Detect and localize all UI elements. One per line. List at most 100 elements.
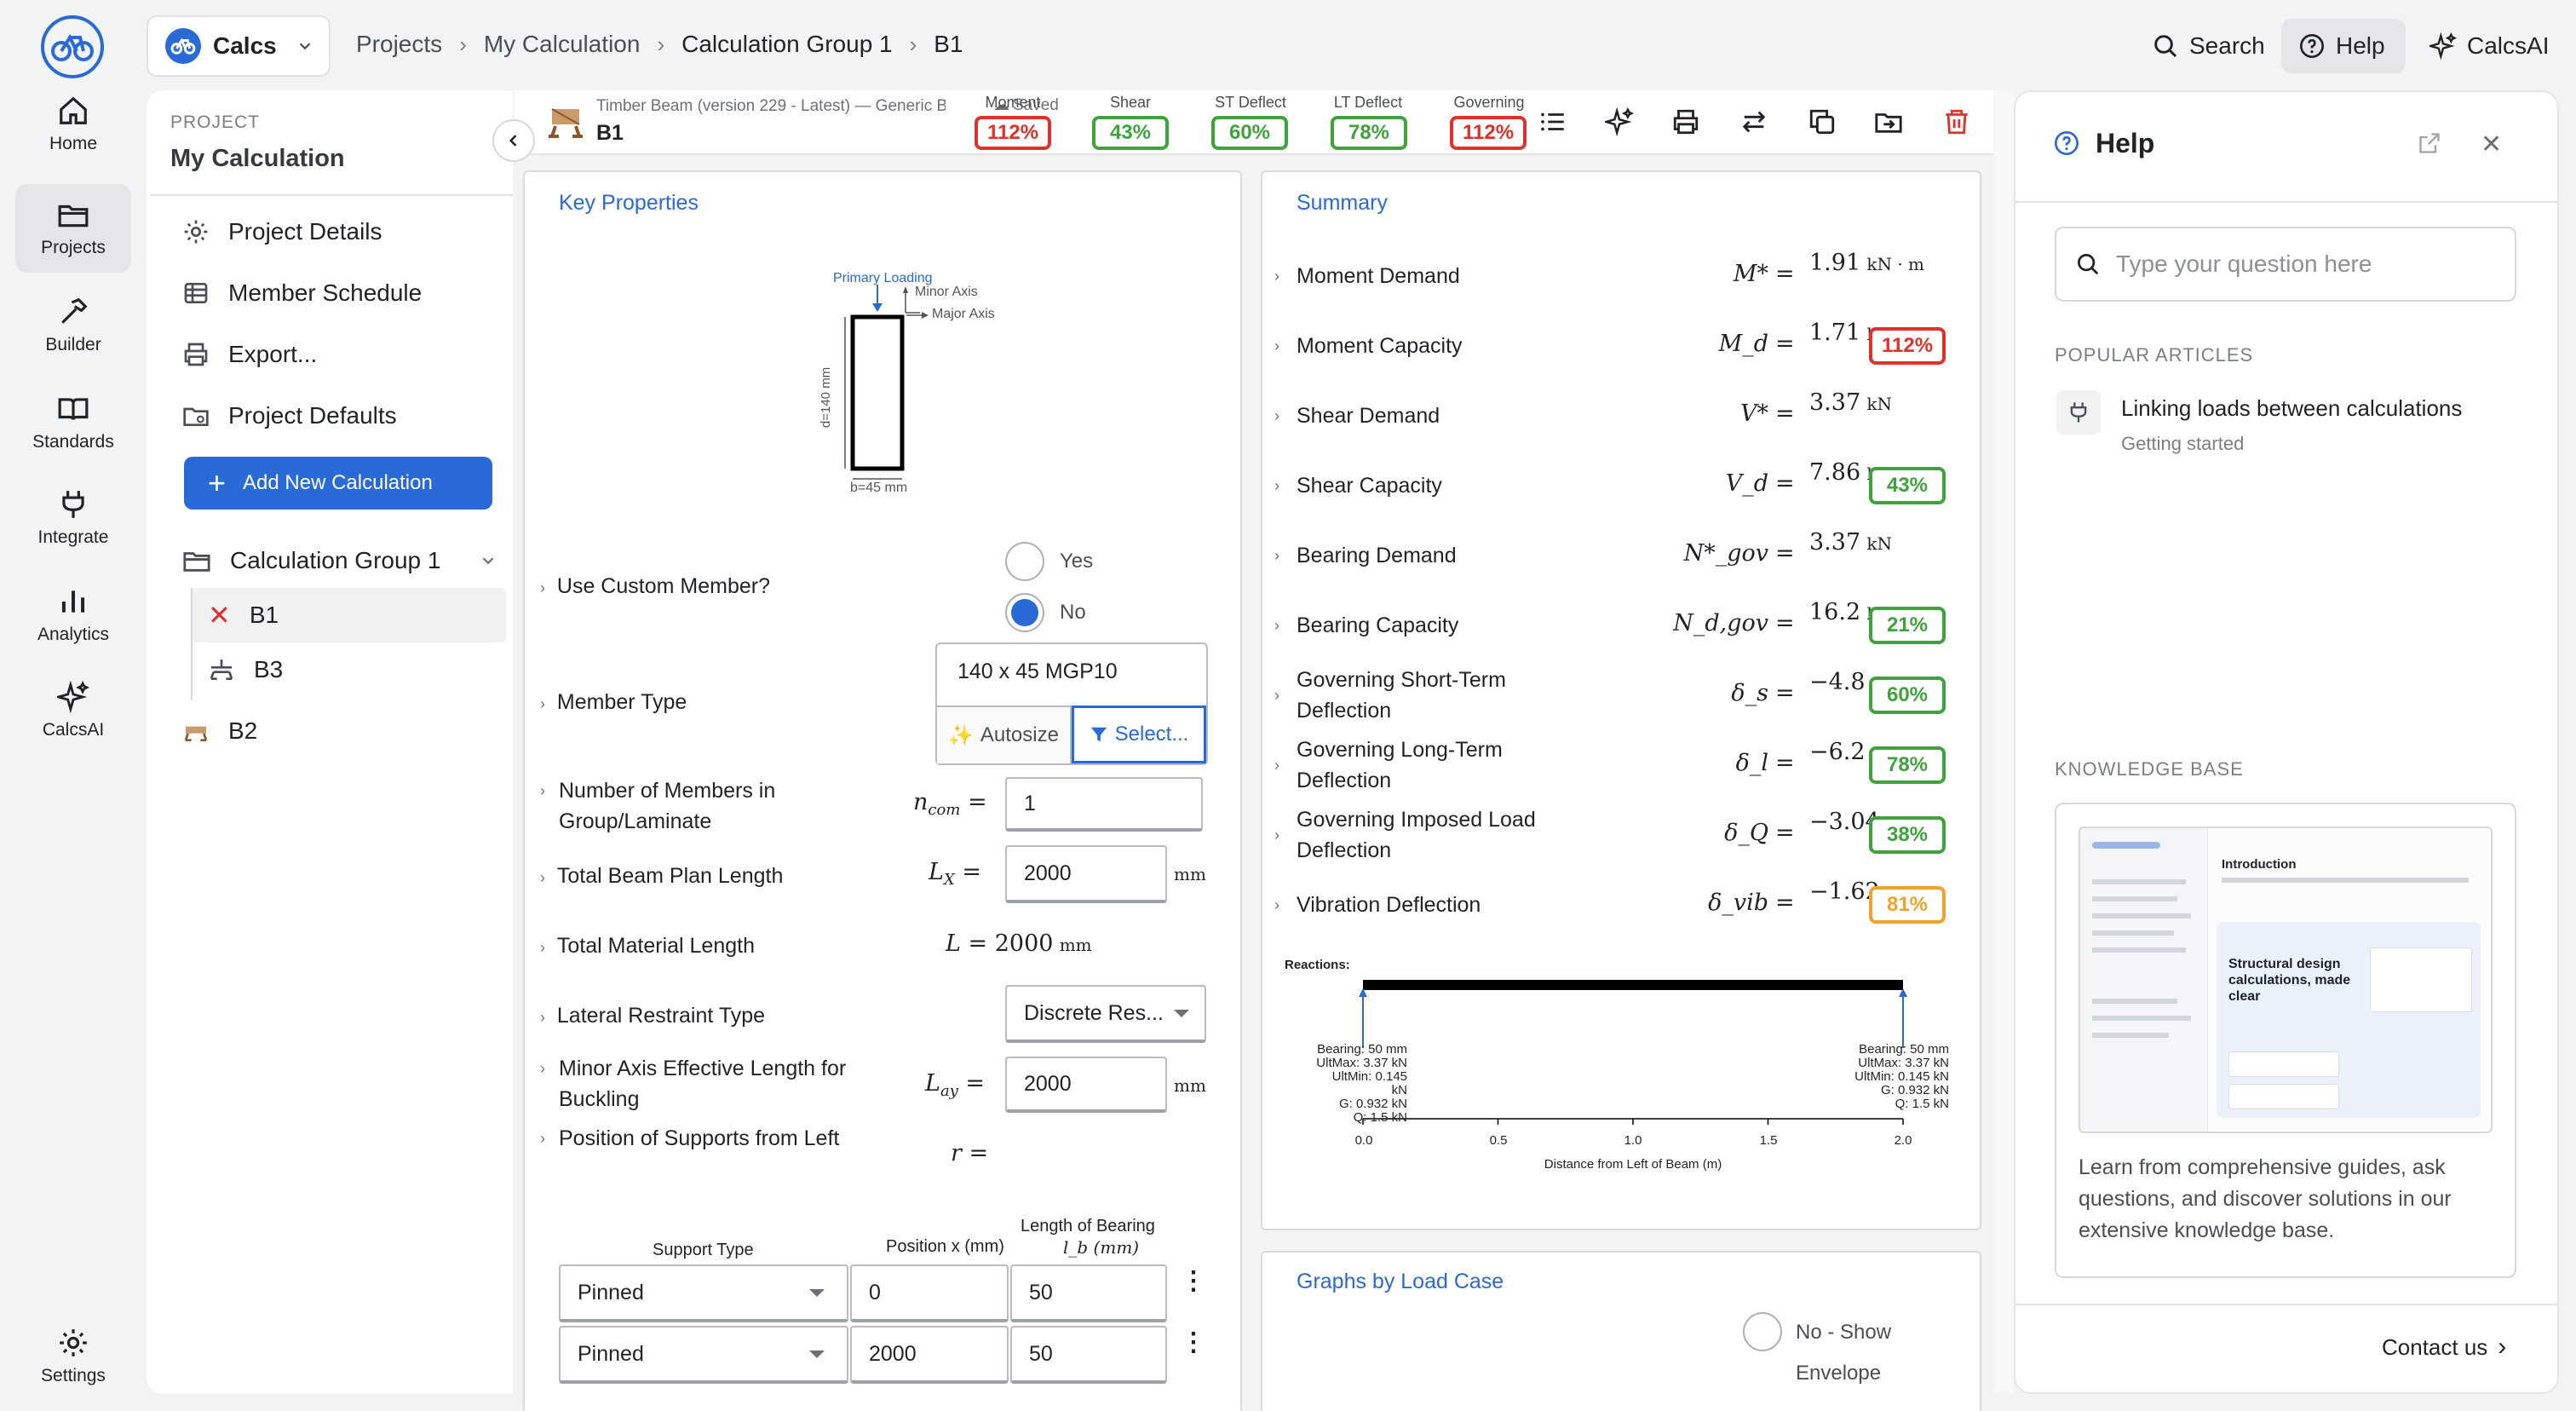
move-to-folder-icon[interactable] [1874, 107, 1903, 136]
summary-row[interactable]: ›Bearing CapacityN_d,gov=16.2 kN21% [1274, 595, 1956, 656]
radio-no-label: No [1060, 601, 1086, 624]
printer-icon[interactable] [1671, 107, 1700, 136]
summary-unit: kN · m [1866, 254, 1925, 274]
tree-item-b3[interactable]: B3 [208, 642, 283, 697]
lt-deflect-badge[interactable]: 78% [1331, 116, 1407, 150]
bearing-length-input[interactable]: 50 [1010, 1326, 1167, 1384]
utilization-badge[interactable]: 81% [1869, 886, 1946, 924]
chevron-right-icon: › [540, 1009, 545, 1026]
project-defaults-link[interactable]: Project Defaults [182, 390, 397, 441]
app-switcher-button[interactable]: Calcs [147, 15, 331, 77]
swap-icon[interactable] [1739, 107, 1768, 136]
reaction-line: Bearing: 50 mm [1317, 1042, 1407, 1057]
more-vertical-icon[interactable]: ⋮ [1181, 1269, 1206, 1294]
utilization-badge[interactable]: 43% [1869, 467, 1946, 504]
copy-icon[interactable] [1808, 107, 1837, 136]
rail-item-analytics[interactable]: Analytics [15, 571, 131, 659]
rail-item-integrate[interactable]: Integrate [15, 474, 131, 562]
rail-item-settings[interactable]: Settings [15, 1312, 131, 1401]
plan-length-input[interactable]: 2000 [1005, 845, 1167, 903]
utilization-badge[interactable]: 60% [1869, 677, 1946, 714]
tree-item-b1[interactable]: ✕ B1 [208, 588, 279, 642]
sparkle-icon[interactable] [1605, 107, 1634, 136]
n-members-input[interactable]: 1 [1005, 777, 1203, 832]
utilization-badge[interactable]: 112% [1869, 327, 1946, 365]
collapse-panel-button[interactable] [492, 119, 535, 162]
summary-row[interactable]: › Governing Long-Term Deflection δ_l = −6.2 … [1274, 734, 1956, 796]
rail-item-home[interactable]: Home [15, 80, 131, 169]
bearing-length-input[interactable]: 50 [1010, 1264, 1167, 1322]
breadcrumb-projects[interactable]: Projects [356, 31, 442, 58]
member-type-value[interactable]: 140 x 45 MGP10 [957, 659, 1118, 684]
moment-badge[interactable]: 112% [975, 116, 1051, 150]
lateral-restraint-select[interactable]: Discrete Res... [1005, 985, 1206, 1043]
support-type-select[interactable]: Pinned [559, 1264, 848, 1322]
row-supports-position[interactable]: › Position of Supports from Left [540, 1123, 847, 1154]
row-member-type[interactable]: › Member Type [540, 687, 687, 719]
utilization-badge[interactable]: 38% [1869, 816, 1946, 854]
help-button[interactable]: Help [2281, 19, 2406, 73]
envelope-radio[interactable] [1743, 1312, 1782, 1351]
calcsai-button[interactable]: CalcsAI [2412, 19, 2566, 73]
tree-item-b2[interactable]: B2 [182, 704, 257, 758]
list-icon[interactable] [1538, 107, 1567, 136]
delete-icon[interactable] [1942, 107, 1971, 136]
breadcrumb-calculation[interactable]: My Calculation [484, 31, 641, 58]
knowledge-base-text: Learn from comprehensive guides, ask que… [2079, 1155, 2452, 1242]
chevron-right-icon: › [540, 869, 545, 886]
export-link[interactable]: Export... [182, 329, 317, 380]
summary-symbol: V_d [1725, 470, 1768, 497]
support-position-input[interactable]: 0 [850, 1264, 1009, 1322]
breadcrumb-group[interactable]: Calculation Group 1 [681, 31, 892, 58]
summary-row[interactable]: ›Moment CapacityM_d=1.71 kN · m112% [1274, 315, 1956, 377]
support-position-input[interactable]: 2000 [850, 1326, 1009, 1384]
tree-group[interactable]: Calculation Group 1 [182, 533, 497, 588]
summary-row[interactable]: › Governing Imposed Load Deflection δ_Q = −3… [1274, 804, 1956, 866]
add-calculation-button[interactable]: + Add New Calculation [184, 457, 492, 510]
row-number-members[interactable]: › Number of Members in Group/Laminate [540, 775, 847, 837]
row-material-length[interactable]: › Total Material Length [540, 930, 755, 963]
rail-item-calcsai[interactable]: CalcsAI [15, 666, 131, 755]
radio-no[interactable]: No [1005, 593, 1086, 632]
radio-yes[interactable]: Yes [1005, 542, 1093, 581]
math-symbol: L [925, 1070, 940, 1097]
minor-axis-input[interactable]: 2000 [1005, 1057, 1167, 1113]
summary-label-text: Bearing Capacity [1297, 613, 1459, 637]
summary-row[interactable]: ›Shear CapacityV_d=7.86 kN43% [1274, 455, 1956, 516]
contact-us-label: Contact us [2382, 1333, 2488, 1360]
governing-badge[interactable]: 112% [1450, 116, 1527, 150]
row-minor-axis[interactable]: › Minor Axis Effective Length for Bucklin… [540, 1053, 847, 1114]
rail-item-builder[interactable]: Builder [15, 281, 131, 370]
rail-item-standards[interactable]: Standards [15, 378, 131, 467]
search-button[interactable]: Search [2135, 19, 2282, 73]
article-title[interactable]: Linking loads between calculations [2121, 395, 2462, 422]
utilization-badge[interactable]: 21% [1869, 607, 1946, 644]
summary-row[interactable]: › Bearing Demand N*_gov = 3.37 kN [1274, 525, 1956, 586]
summary-row[interactable]: › Shear Demand V* = 3.37 kN [1274, 385, 1956, 446]
chevron-right-icon: › [1274, 337, 1279, 354]
contact-us-link[interactable]: Contact us › [2382, 1333, 2506, 1362]
calcs-logo-icon[interactable] [41, 15, 104, 78]
select-member-button[interactable]: Select... [1072, 706, 1206, 763]
utilization-badge[interactable]: 78% [1869, 746, 1946, 784]
summary-row[interactable]: › Moment Demand M* = 1.91 kN · m [1274, 245, 1956, 307]
row-plan-length[interactable]: › Total Beam Plan Length [540, 861, 783, 893]
open-external-icon[interactable] [2418, 131, 2441, 155]
more-vertical-icon[interactable]: ⋮ [1181, 1330, 1206, 1356]
autosize-button[interactable]: ✨ Autosize [937, 706, 1072, 763]
project-details-link[interactable]: Project Details [182, 206, 382, 257]
calculation-name[interactable]: B1 [596, 121, 624, 146]
row-lateral-restraint[interactable]: › Lateral Restraint Type [540, 1000, 765, 1033]
row-custom-member[interactable]: › Use Custom Member? [540, 571, 770, 603]
summary-row[interactable]: › Governing Short-Term Deflection δ_s = −4.8… [1274, 665, 1956, 726]
st-deflect-badge[interactable]: 60% [1211, 116, 1288, 150]
shear-badge[interactable]: 43% [1092, 116, 1169, 150]
support-type-select[interactable]: Pinned [559, 1326, 848, 1384]
member-schedule-link[interactable]: Member Schedule [182, 268, 422, 319]
summary-row[interactable]: ›Vibration Deflectionδ_vib=−1.62 mm81% [1274, 874, 1956, 936]
rail-item-projects[interactable]: Projects [15, 184, 131, 273]
scrollbar[interactable] [1993, 90, 2014, 1394]
help-search-input[interactable]: Type your question here [2055, 227, 2516, 302]
summary-label: › Governing Short-Term Deflection [1274, 665, 1581, 726]
close-icon[interactable]: ✕ [2481, 130, 2502, 159]
